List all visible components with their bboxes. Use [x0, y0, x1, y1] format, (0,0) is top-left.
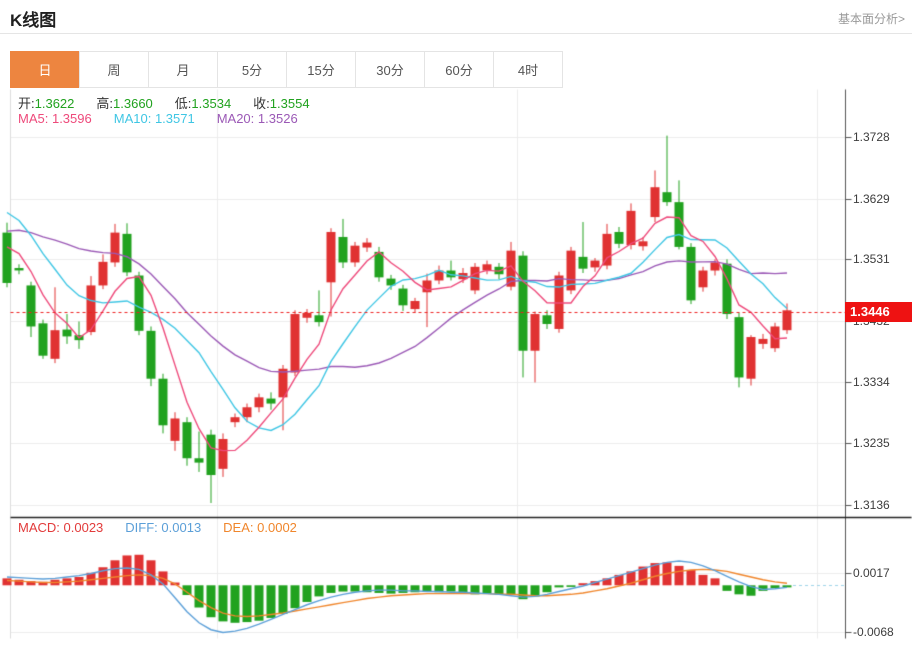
price-tick-label: 1.3531 — [853, 252, 911, 266]
ma5-label: MA5: — [18, 111, 48, 126]
price-tick-label: 1.3334 — [853, 375, 911, 389]
low-label: 低: — [175, 96, 192, 111]
last-price-badge: 1.3446 — [845, 302, 912, 322]
ma10-pair: MA10: 1.3571 — [114, 111, 195, 126]
tab-5分[interactable]: 5分 — [217, 51, 287, 88]
high-pair: 高:1.3660 — [96, 93, 152, 112]
open-label: 开: — [18, 96, 35, 111]
macd-value: 0.0023 — [64, 520, 104, 535]
low-pair: 低:1.3534 — [175, 93, 231, 112]
dea-value: 0.0002 — [257, 520, 297, 535]
macd-tick-label: 0.0017 — [853, 566, 911, 580]
ma20-value: 1.3526 — [258, 111, 298, 126]
high-value: 1.3660 — [113, 96, 153, 111]
tab-30分[interactable]: 30分 — [355, 51, 425, 88]
macd-row: MACD: 0.0023 DIFF: 0.0013 DEA: 0.0002 — [18, 520, 319, 535]
ma10-value: 1.3571 — [155, 111, 195, 126]
ma5-pair: MA5: 1.3596 — [18, 111, 92, 126]
dea-label: DEA: — [223, 520, 253, 535]
ma20-pair: MA20: 1.3526 — [217, 111, 298, 126]
price-tick-label: 1.3728 — [853, 130, 911, 144]
price-tick-label: 1.3629 — [853, 192, 911, 206]
price-tick-label: 1.3136 — [853, 498, 911, 512]
open-value: 1.3622 — [35, 96, 75, 111]
diff-value: 0.0013 — [161, 520, 201, 535]
period-tabs: 日周月5分15分30分60分4时 — [10, 51, 563, 88]
macd-tick-label: -0.0068 — [853, 625, 911, 639]
tab-15分[interactable]: 15分 — [286, 51, 356, 88]
ma-row: MA5: 1.3596 MA10: 1.3571 MA20: 1.3526 — [18, 111, 320, 126]
ma20-label: MA20: — [217, 111, 255, 126]
tab-周[interactable]: 周 — [79, 51, 149, 88]
close-pair: 收:1.3554 — [253, 93, 309, 112]
open-pair: 开:1.3622 — [18, 93, 74, 112]
ohlc-row: 开:1.3622 高:1.3660 低:1.3534 收:1.3554 — [18, 93, 332, 112]
low-value: 1.3534 — [191, 96, 231, 111]
diff-pair: DIFF: 0.0013 — [125, 520, 201, 535]
macd-pair: MACD: 0.0023 — [18, 520, 103, 535]
kline-widget: K线图 基本面分析> 日周月5分15分30分60分4时 开:1.3622 高:1… — [0, 0, 912, 647]
price-tick-label: 1.3235 — [853, 436, 911, 450]
tab-4时[interactable]: 4时 — [493, 51, 563, 88]
tab-60分[interactable]: 60分 — [424, 51, 494, 88]
ma5-value: 1.3596 — [52, 111, 92, 126]
close-label: 收: — [253, 96, 270, 111]
dea-pair: DEA: 0.0002 — [223, 520, 297, 535]
tab-日[interactable]: 日 — [10, 51, 80, 88]
macd-label: MACD: — [18, 520, 60, 535]
tab-月[interactable]: 月 — [148, 51, 218, 88]
ma10-label: MA10: — [114, 111, 152, 126]
diff-label: DIFF: — [125, 520, 158, 535]
close-value: 1.3554 — [270, 96, 310, 111]
high-label: 高: — [96, 96, 113, 111]
